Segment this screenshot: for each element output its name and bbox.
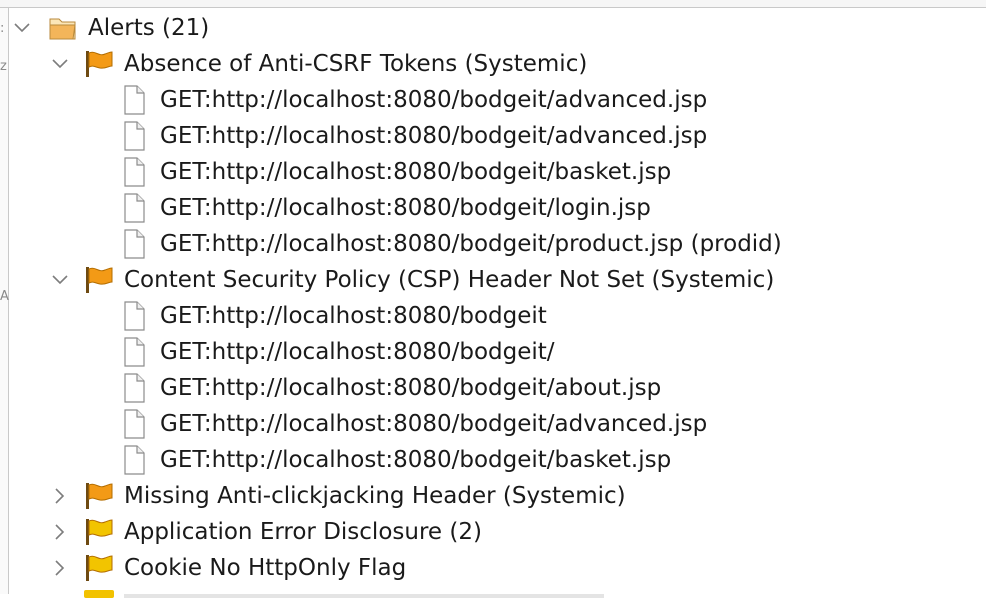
tree-node-label: Alerts (21) [88, 15, 210, 41]
alert-group-node[interactable]: Content Security Policy (CSP) Header Not… [0, 262, 986, 298]
document-icon [122, 445, 152, 475]
alert-group-label: Application Error Disclosure (2) [124, 519, 482, 545]
alert-instance-node[interactable]: GET:http://localhost:8080/bodgeit/ [0, 334, 986, 370]
top-panel-border [0, 0, 986, 8]
document-icon [122, 337, 152, 367]
alert-group-node[interactable]: Missing Anti-clickjacking Header (System… [0, 478, 986, 514]
flag-yellow-icon [84, 554, 114, 582]
alert-instance-node[interactable]: GET:http://localhost:8080/bodgeit/advanc… [0, 82, 986, 118]
tree-node-alerts[interactable]: Alerts (21) [0, 10, 986, 46]
alert-instance-url: GET:http://localhost:8080/bodgeit/about.… [160, 375, 662, 401]
alert-instance-node[interactable]: GET:http://localhost:8080/bodgeit/login.… [0, 190, 986, 226]
alert-instance-url: GET:http://localhost:8080/bodgeit/advanc… [160, 411, 708, 437]
alert-instance-node[interactable]: GET:http://localhost:8080/bodgeit/produc… [0, 226, 986, 262]
document-icon [122, 193, 152, 223]
chevron-down-icon[interactable] [12, 10, 32, 46]
alert-instance-url: GET:http://localhost:8080/bodgeit/advanc… [160, 123, 708, 149]
alert-instance-node[interactable]: GET:http://localhost:8080/bodgeit/advanc… [0, 406, 986, 442]
chevron-right-icon[interactable] [50, 550, 70, 586]
alert-instance-url: GET:http://localhost:8080/bodgeit/advanc… [160, 87, 708, 113]
alert-instance-url: GET:http://localhost:8080/bodgeit/ [160, 339, 555, 365]
alert-group-label: Content Security Policy (CSP) Header Not… [124, 267, 775, 293]
flag-orange-icon [84, 266, 114, 294]
document-icon [122, 301, 152, 331]
alert-group-node[interactable]: Application Error Disclosure (2) [0, 514, 986, 550]
chevron-down-icon[interactable] [50, 46, 70, 82]
alerts-tree[interactable]: Alerts (21) Absence of Anti-CSRF Tokens … [0, 10, 986, 598]
alert-instance-node[interactable]: GET:http://localhost:8080/bodgeit/about.… [0, 370, 986, 406]
alert-group-label: Cookie No HttpOnly Flag [124, 555, 407, 581]
chevron-down-icon[interactable] [50, 262, 70, 298]
alert-instance-url: GET:http://localhost:8080/bodgeit [160, 303, 547, 329]
document-icon [122, 373, 152, 403]
folder-icon [48, 14, 78, 42]
alert-group-label: Absence of Anti-CSRF Tokens (Systemic) [124, 51, 588, 77]
alert-group-node[interactable]: Absence of Anti-CSRF Tokens (Systemic) [0, 46, 986, 82]
document-icon [122, 229, 152, 259]
flag-yellow-icon [84, 590, 114, 598]
flag-orange-icon [84, 482, 114, 510]
document-icon [122, 157, 152, 187]
alert-instance-url: GET:http://localhost:8080/bodgeit/login.… [160, 195, 651, 221]
alert-instance-url: GET:http://localhost:8080/bodgeit/basket… [160, 447, 672, 473]
chevron-right-icon[interactable] [50, 478, 70, 514]
alert-group-label-partial [124, 594, 604, 598]
document-icon [122, 409, 152, 439]
alert-instance-node[interactable]: GET:http://localhost:8080/bodgeit/advanc… [0, 118, 986, 154]
alert-group-node[interactable]: Cookie No HttpOnly Flag [0, 550, 986, 586]
alert-group-label: Missing Anti-clickjacking Header (System… [124, 483, 626, 509]
alert-instance-node[interactable]: GET:http://localhost:8080/bodgeit [0, 298, 986, 334]
alert-instance-node[interactable]: GET:http://localhost:8080/bodgeit/basket… [0, 154, 986, 190]
flag-yellow-icon [84, 518, 114, 546]
document-icon [122, 121, 152, 151]
chevron-right-icon[interactable] [50, 514, 70, 550]
alert-instance-url: GET:http://localhost:8080/bodgeit/basket… [160, 159, 672, 185]
flag-orange-icon [84, 50, 114, 78]
document-icon [122, 85, 152, 115]
alert-instance-url: GET:http://localhost:8080/bodgeit/produc… [160, 231, 782, 257]
alert-group-node-partial[interactable] [0, 586, 986, 598]
alert-instance-node[interactable]: GET:http://localhost:8080/bodgeit/basket… [0, 442, 986, 478]
